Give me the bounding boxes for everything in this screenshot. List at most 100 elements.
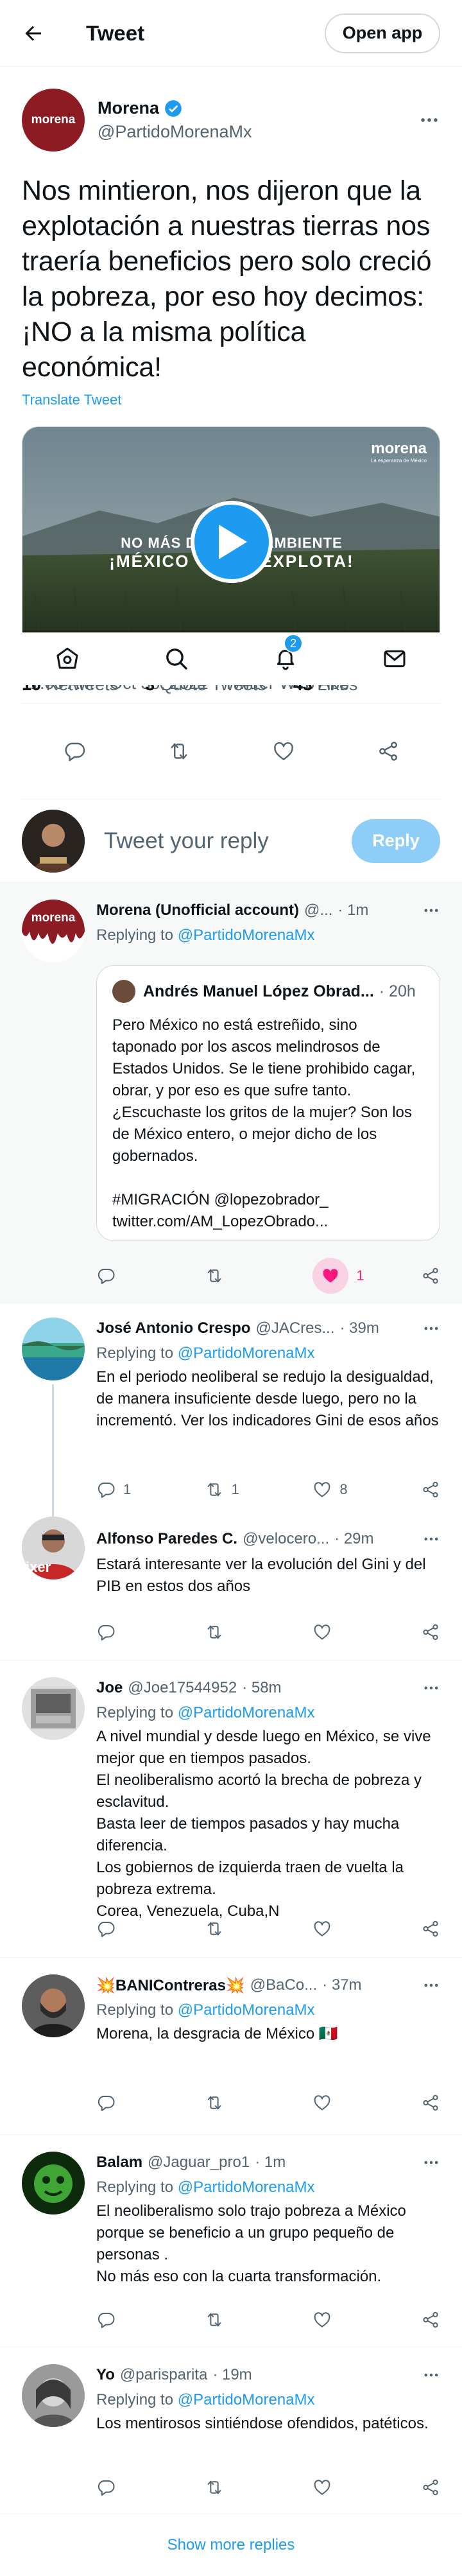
- reply-time[interactable]: · 37m: [322, 1976, 361, 1994]
- stat-retweets[interactable]: 10 Retweets: [22, 685, 118, 695]
- more-icon[interactable]: [422, 1976, 440, 1994]
- reply-action[interactable]: [96, 2478, 173, 2497]
- reply-action[interactable]: [96, 2310, 173, 2329]
- avatar[interactable]: morena: [22, 89, 85, 152]
- translate-tweet-link[interactable]: Translate Tweet: [22, 392, 440, 408]
- retweet-action[interactable]: [205, 1919, 282, 1938]
- reply-author-name[interactable]: José Antonio Crespo: [96, 1319, 250, 1337]
- more-icon[interactable]: [422, 2366, 440, 2384]
- avatar[interactable]: [22, 1974, 85, 2037]
- retweet-action[interactable]: [205, 1266, 282, 1285]
- video-media[interactable]: morena La esperanza de México NO MÁS DA …: [22, 426, 440, 656]
- reply-author-name[interactable]: Yo: [96, 2366, 115, 2384]
- more-icon[interactable]: [422, 1679, 440, 1697]
- show-more-replies-link[interactable]: Show more replies: [0, 2514, 462, 2576]
- avatar[interactable]: [22, 2152, 85, 2215]
- replying-to-link[interactable]: @PartidoMorenaMx: [178, 1345, 315, 1362]
- nav-notifications[interactable]: 2: [263, 634, 308, 681]
- reply-time[interactable]: · 39m: [340, 1319, 379, 1337]
- retweet-action[interactable]: [205, 1623, 282, 1642]
- reply-author-name[interactable]: 💥BANIContreras💥: [96, 1976, 245, 1995]
- reply-action[interactable]: [96, 1623, 173, 1642]
- author-handle[interactable]: @PartidoMorenaMx: [98, 122, 418, 142]
- reply-author-handle[interactable]: @Jaguar_pro1: [148, 2154, 250, 2171]
- share-action[interactable]: [421, 2478, 440, 2497]
- reply-time[interactable]: · 58m: [242, 1679, 281, 1697]
- reply-author-name[interactable]: Morena (Unofficial account): [96, 901, 299, 919]
- avatar[interactable]: morena: [22, 900, 85, 962]
- nav-search[interactable]: [154, 636, 199, 681]
- stat-likes[interactable]: 43 Likes: [293, 685, 358, 695]
- stat-quote-tweets[interactable]: 3 Quote Tweets: [145, 685, 266, 695]
- nav-messages[interactable]: [372, 636, 417, 681]
- back-arrow-icon[interactable]: [22, 22, 45, 45]
- replying-to-link[interactable]: @PartidoMorenaMx: [178, 2001, 315, 2019]
- more-icon[interactable]: [422, 901, 440, 919]
- reply-author-handle[interactable]: @parisparita: [120, 2366, 207, 2384]
- retweet-action[interactable]: 1: [205, 1480, 282, 1499]
- share-action[interactable]: [421, 2093, 440, 2112]
- avatar[interactable]: [22, 2364, 85, 2427]
- like-action[interactable]: 1: [312, 1258, 389, 1294]
- open-app-button[interactable]: Open app: [325, 13, 440, 53]
- share-action[interactable]: [421, 1919, 440, 1938]
- like-icon[interactable]: [272, 740, 295, 763]
- avatar[interactable]: [22, 1318, 85, 1380]
- author-name[interactable]: Morena: [98, 98, 159, 118]
- reply-tweet[interactable]: José Antonio Crespo @JACres... · 39m Rep…: [0, 1303, 462, 1519]
- replying-to-link[interactable]: @PartidoMorenaMx: [178, 2179, 315, 2196]
- more-icon[interactable]: [422, 2154, 440, 2171]
- reply-author-name[interactable]: Balam: [96, 2154, 142, 2171]
- avatar[interactable]: [22, 809, 85, 873]
- reply-icon[interactable]: [63, 740, 86, 763]
- like-action[interactable]: [312, 2310, 389, 2329]
- avatar[interactable]: ixer: [22, 1517, 85, 1580]
- reply-action[interactable]: [96, 1919, 173, 1938]
- play-button[interactable]: [191, 501, 273, 583]
- reply-author-name[interactable]: Alfonso Paredes C.: [96, 1530, 237, 1548]
- share-action[interactable]: [421, 1623, 440, 1642]
- reply-action[interactable]: [96, 2093, 173, 2112]
- reply-time[interactable]: · 19m: [212, 2366, 252, 2384]
- share-icon[interactable]: [377, 740, 400, 763]
- nav-home[interactable]: [45, 636, 90, 681]
- reply-author-name[interactable]: Joe: [96, 1679, 123, 1697]
- reply-author-handle[interactable]: @velocero...: [243, 1530, 329, 1548]
- reply-tweet[interactable]: ixer Alfonso Paredes C. @velocero... · 2…: [0, 1514, 462, 1660]
- more-icon[interactable]: [422, 1530, 440, 1548]
- reply-time[interactable]: · 29m: [334, 1530, 373, 1548]
- reply-tweet[interactable]: Balam @Jaguar_pro1 · 1m Replying to @Par…: [0, 2135, 462, 2347]
- retweet-action[interactable]: [205, 2093, 282, 2112]
- reply-action[interactable]: [96, 1266, 173, 1285]
- share-action[interactable]: [421, 2310, 440, 2329]
- like-action[interactable]: [312, 2478, 389, 2497]
- reply-time[interactable]: · 1m: [338, 901, 368, 919]
- replying-to-link[interactable]: @PartidoMorenaMx: [178, 1704, 315, 1721]
- reply-action[interactable]: 1: [96, 1480, 173, 1499]
- reply-tweet[interactable]: morena Morena (Unofficial account) @... …: [0, 883, 462, 1303]
- reply-button[interactable]: Reply: [352, 819, 440, 863]
- like-action[interactable]: [312, 2093, 389, 2112]
- reply-tweet[interactable]: 💥BANIContreras💥 @BaCo... · 37m Replying …: [0, 1958, 462, 2135]
- more-icon[interactable]: [418, 109, 440, 131]
- reply-tweet[interactable]: Yo @parisparita · 19m Replying to @Parti…: [0, 2347, 462, 2514]
- like-action[interactable]: [312, 1623, 389, 1642]
- share-action[interactable]: [421, 1266, 440, 1285]
- share-action[interactable]: [421, 1480, 440, 1499]
- replying-to-link[interactable]: @PartidoMorenaMx: [178, 2391, 315, 2408]
- avatar[interactable]: [22, 1677, 85, 1740]
- reply-tweet[interactable]: Joe @Joe17544952 · 58m Replying to @Part…: [0, 1660, 462, 1958]
- like-action[interactable]: [312, 1919, 389, 1938]
- replying-to-link[interactable]: @PartidoMorenaMx: [178, 927, 315, 944]
- reply-input[interactable]: Tweet your reply: [104, 828, 352, 854]
- reply-author-handle[interactable]: @...: [304, 901, 332, 919]
- like-action[interactable]: 8: [312, 1480, 389, 1499]
- more-icon[interactable]: [422, 1319, 440, 1337]
- reply-time[interactable]: · 1m: [255, 2154, 286, 2171]
- quoted-tweet[interactable]: Andrés Manuel López Obrad... · 20h Pero …: [96, 965, 440, 1241]
- retweet-action[interactable]: [205, 2310, 282, 2329]
- reply-author-handle[interactable]: @Joe17544952: [128, 1679, 237, 1697]
- reply-author-handle[interactable]: @JACres...: [255, 1319, 334, 1337]
- retweet-action[interactable]: [205, 2478, 282, 2497]
- retweet-icon[interactable]: [167, 740, 191, 763]
